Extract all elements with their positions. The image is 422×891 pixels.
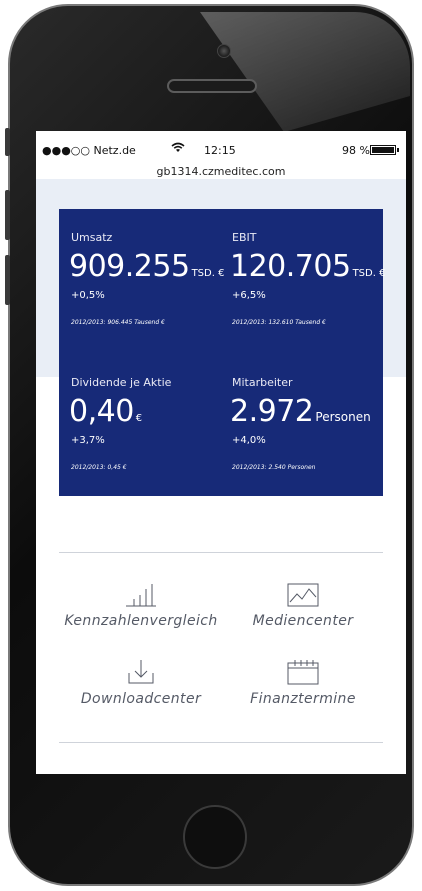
kpi-value: 2.972 bbox=[230, 394, 314, 429]
status-bar: ●●●○○ Netz.de 12:15 98 % gb1314.czmedite… bbox=[36, 131, 406, 179]
clock: 12:15 bbox=[204, 144, 236, 157]
divider-bottom bbox=[59, 742, 383, 743]
kpi-value: 120.705 bbox=[230, 249, 351, 284]
bar-chart-icon bbox=[126, 584, 156, 607]
volume-up-button bbox=[5, 190, 10, 240]
kpi-previous: 2012/2013: 132.610 Tausend € bbox=[232, 319, 326, 326]
address-bar-url[interactable]: gb1314.czmeditec.com bbox=[36, 165, 406, 178]
battery-icon bbox=[370, 145, 399, 155]
calendar-icon bbox=[287, 660, 319, 685]
kpi-label: EBIT bbox=[232, 231, 257, 244]
kpi-value: 0,40 bbox=[69, 394, 134, 429]
nav-label: Kennzahlenvergleich bbox=[64, 613, 218, 629]
kpi-previous: 2012/2013: 906.445 Tausend € bbox=[71, 319, 165, 326]
front-camera bbox=[217, 44, 231, 58]
kpi-change: +0,5% bbox=[71, 290, 105, 301]
kpi-change: +6,5% bbox=[232, 290, 266, 301]
mute-switch bbox=[5, 128, 10, 156]
screen: ●●●○○ Netz.de 12:15 98 % gb1314.czmedite… bbox=[36, 131, 406, 774]
kpi-label: Umsatz bbox=[71, 231, 113, 244]
kpi-value: 909.255 bbox=[69, 249, 190, 284]
volume-down-button bbox=[5, 255, 10, 305]
kpi-label: Mitarbeiter bbox=[232, 376, 293, 389]
nav-finanztermine[interactable]: Finanztermine bbox=[213, 659, 393, 707]
phone-glare bbox=[200, 12, 410, 132]
image-icon bbox=[287, 583, 319, 607]
divider-top bbox=[59, 552, 383, 553]
kpi-previous: 2012/2013: 0,45 € bbox=[71, 464, 127, 471]
carrier-label: ●●●○○ Netz.de bbox=[42, 144, 136, 157]
download-icon bbox=[128, 660, 154, 684]
kpi-unit: TSD. € bbox=[352, 268, 386, 279]
nav-label: Finanztermine bbox=[250, 691, 356, 707]
kpi-panel: Umsatz 909.255 TSD. € +0,5% 2012/2013: 90… bbox=[59, 209, 386, 496]
nav-mediencenter[interactable]: Mediencenter bbox=[213, 583, 393, 629]
kpi-change: +3,7% bbox=[71, 435, 105, 446]
kpi-label: Dividende je Aktie bbox=[71, 376, 172, 389]
battery-percent: 98 % bbox=[342, 144, 370, 157]
kpi-unit: € bbox=[135, 413, 143, 424]
kpi-unit: Personen bbox=[315, 410, 371, 424]
nav-kennzahlenvergleich[interactable]: Kennzahlenvergleich bbox=[51, 583, 231, 629]
wifi-icon bbox=[171, 142, 185, 156]
kpi-unit: TSD. € bbox=[191, 268, 225, 279]
kpi-previous: 2012/2013: 2.540 Personen bbox=[232, 464, 316, 471]
earpiece-speaker bbox=[167, 79, 257, 93]
home-button[interactable] bbox=[183, 805, 247, 869]
nav-downloadcenter[interactable]: Downloadcenter bbox=[51, 659, 231, 707]
nav-label: Downloadcenter bbox=[80, 691, 202, 707]
kpi-change: +4,0% bbox=[232, 435, 266, 446]
nav-label: Mediencenter bbox=[252, 613, 354, 629]
